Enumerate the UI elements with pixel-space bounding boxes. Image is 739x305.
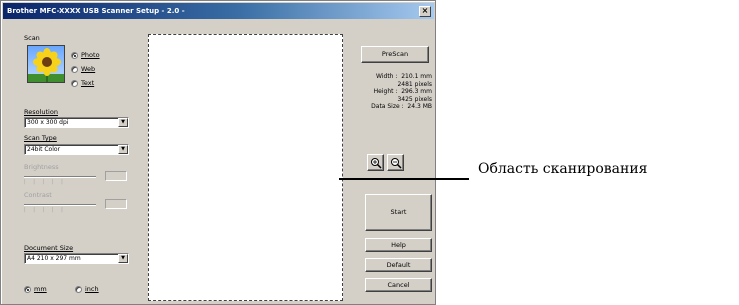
help-button[interactable]: Help bbox=[365, 238, 432, 252]
cancel-button[interactable]: Cancel bbox=[365, 278, 432, 292]
document-size-value: A4 210 x 297 mm bbox=[27, 255, 81, 262]
chevron-down-icon: ▼ bbox=[118, 118, 128, 127]
zoom-in-icon bbox=[371, 158, 382, 169]
brightness-label: Brightness bbox=[24, 163, 59, 171]
title-bar: Brother MFC-XXXX USB Scanner Setup - 2.0… bbox=[3, 3, 434, 19]
prescan-button[interactable]: PreScan bbox=[361, 46, 429, 63]
brightness-ticks: | | | | | bbox=[24, 179, 66, 185]
scan-label: Scan bbox=[24, 34, 40, 42]
resolution-select[interactable]: 300 x 300 dpi ▼ bbox=[24, 117, 129, 128]
brightness-value-box[interactable] bbox=[105, 171, 127, 181]
image-size-info: Width : 210.1 mm 2481 pixels Height : 29… bbox=[371, 73, 432, 110]
resolution-value: 300 x 300 dpi bbox=[27, 119, 69, 126]
scan-area-preview[interactable] bbox=[148, 34, 343, 301]
unit-mm-radio[interactable] bbox=[24, 286, 31, 293]
default-button[interactable]: Default bbox=[365, 258, 432, 272]
brightness-slider[interactable] bbox=[24, 176, 96, 178]
close-button[interactable]: × bbox=[419, 6, 431, 17]
zoom-out-icon bbox=[391, 158, 402, 169]
chevron-down-icon: ▼ bbox=[118, 254, 128, 263]
scanner-setup-window: Brother MFC-XXXX USB Scanner Setup - 2.0… bbox=[0, 0, 436, 305]
sunflower-photo-icon bbox=[27, 45, 65, 83]
unit-inch-label: inch bbox=[85, 285, 99, 293]
scan-text-label: Text bbox=[81, 79, 95, 87]
stage: Brother MFC-XXXX USB Scanner Setup - 2.0… bbox=[0, 0, 739, 305]
unit-inch-radio[interactable] bbox=[75, 286, 82, 293]
start-button[interactable]: Start bbox=[365, 194, 432, 231]
chevron-down-icon: ▼ bbox=[118, 145, 128, 154]
scan-type-select[interactable]: 24bit Color ▼ bbox=[24, 144, 129, 155]
contrast-slider[interactable] bbox=[24, 204, 96, 206]
scan-web-label: Web bbox=[81, 65, 96, 73]
contrast-value-box[interactable] bbox=[105, 199, 127, 209]
scan-web-radio[interactable] bbox=[71, 66, 78, 73]
scan-photo-radio[interactable] bbox=[71, 52, 78, 59]
contrast-label: Contrast bbox=[24, 191, 52, 199]
callout-line bbox=[339, 178, 469, 180]
contrast-ticks: | | | | | bbox=[24, 207, 66, 213]
resolution-label: Resolution bbox=[24, 108, 58, 116]
window-title: Brother MFC-XXXX USB Scanner Setup - 2.0… bbox=[7, 7, 185, 15]
scan-text-radio[interactable] bbox=[71, 80, 78, 87]
zoom-out-button[interactable] bbox=[387, 154, 404, 171]
scan-type-value: 24bit Color bbox=[27, 146, 61, 153]
callout-label: Область сканирования bbox=[478, 161, 648, 177]
zoom-in-button[interactable] bbox=[367, 154, 384, 171]
document-size-label: Document Size bbox=[24, 244, 74, 252]
scan-type-label: Scan Type bbox=[24, 134, 57, 142]
unit-mm-label: mm bbox=[34, 285, 47, 293]
scan-photo-label: Photo bbox=[81, 51, 100, 59]
document-size-select[interactable]: A4 210 x 297 mm ▼ bbox=[24, 253, 129, 264]
